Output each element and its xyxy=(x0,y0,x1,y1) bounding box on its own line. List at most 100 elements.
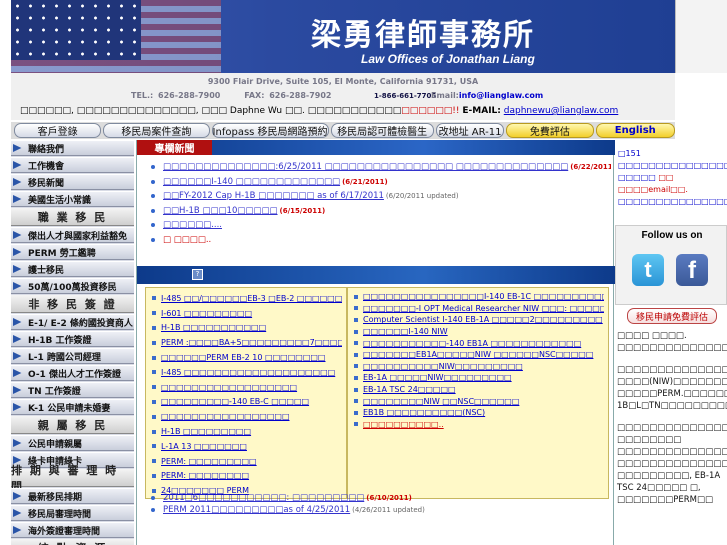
news-item[interactable]: □□□□□□.... xyxy=(151,218,611,233)
article-link[interactable]: □□□□□□I-140 NIW xyxy=(354,326,604,338)
article-link[interactable]: □□□□□□□-I OPT Medical Researcher NIW □□□… xyxy=(354,303,604,315)
article-link-label[interactable]: EB1B □□□□□□□□□□(NSC) xyxy=(363,408,485,417)
news-item[interactable]: □□□□□□□□□□□□□□:6/25/2011 □□□□□□□□□□□□□□□… xyxy=(151,160,611,175)
article-link[interactable]: L-1A 13 □□□□□□□ xyxy=(152,439,342,454)
sidebar-item[interactable]: 移民局審理時間 xyxy=(11,505,134,521)
sidebar-item[interactable]: 海外簽證審理時間 xyxy=(11,522,134,538)
article-link-label[interactable]: □□□□□□□□□□□□□□□□□ xyxy=(161,412,290,421)
news-item[interactable]: □□H-1B □□□10□□□□□ (6/15/2011) xyxy=(151,204,611,219)
sidebar-item[interactable]: 工作機會 xyxy=(11,157,134,173)
news-tab[interactable]: 專欄新聞 xyxy=(137,140,212,155)
article-link-label[interactable]: Computer Scientist I-140 EB-1A □□□□□2□□□… xyxy=(363,315,603,324)
news-item-title[interactable]: □□H-1B □□□10□□□□□ xyxy=(163,206,278,216)
article-link[interactable]: □□□□□□□□□□□-140 EB1A □□□□□□□□□□□□ xyxy=(354,337,604,349)
sidebar-item[interactable]: 聯絡我們 xyxy=(11,140,134,156)
article-link[interactable]: EB-1A TSC 24□□□□□ xyxy=(354,384,604,396)
article-link-label[interactable]: PERM: □□□□□□□□□ xyxy=(161,457,257,466)
article-link[interactable]: PERM :□□□□BA+5□□□□□□□□□7□□□□□□□ xyxy=(152,335,342,350)
article-link[interactable]: □□□□□□□□□□□□□□□□□□ xyxy=(152,380,342,395)
nav-change-address[interactable]: 改地址 AR-11 xyxy=(435,123,505,138)
article-link[interactable]: □□□□□□□□□□□□□□□□□ xyxy=(152,409,342,424)
article-link[interactable]: EB-1A □□□□□NIW□□□□□□□□□ xyxy=(354,372,604,384)
sidebar-item[interactable]: 公民申請親屬 xyxy=(11,435,134,451)
article-link[interactable]: H-1B □□□□□□□□□□□ xyxy=(152,321,342,336)
article-link[interactable]: PERM: □□□□□□□□□ xyxy=(152,454,342,469)
sidebar-item[interactable]: 美國生活小常識 xyxy=(11,191,134,207)
news-item-title[interactable]: □□□□□□I-140 □□□□□□□□□□□□□ xyxy=(163,177,340,187)
sidebar-item[interactable]: K-1 公民申請未婚妻 xyxy=(11,399,134,415)
sidebar-item-label: TN 工作簽證 xyxy=(28,386,81,397)
news-item-title[interactable]: □ □□□□.. xyxy=(163,235,211,245)
article-link[interactable]: H-1B □□□□□□□□□ xyxy=(152,424,342,439)
article-link[interactable]: Computer Scientist I-140 EB-1A □□□□□2□□□… xyxy=(354,314,604,326)
sidebar-item[interactable]: 50萬/100萬投資移民 xyxy=(11,278,134,294)
free-consultation-button[interactable]: 移民申請免費評估 xyxy=(627,308,717,324)
article-link[interactable]: □□□□□□□□NIW □□NSC□□□□□□ xyxy=(354,395,604,407)
news-item-title[interactable]: □□□□□□□□□□□□□□:6/25/2011 □□□□□□□□□□□□□□□… xyxy=(163,162,568,172)
article-link-label[interactable]: PERM: □□□□□□□□ xyxy=(161,471,249,480)
article-link[interactable]: □□□□□□□□□-140 EB-C □□□□□ xyxy=(152,395,342,410)
article-link-label[interactable]: H-1B □□□□□□□□□ xyxy=(161,427,251,436)
sidebar-item[interactable]: 移民新聞 xyxy=(11,174,134,190)
article-link-label[interactable]: □□□□□□PERM EB-2 10 □□□□□□□□ xyxy=(161,353,326,362)
nav-case-status[interactable]: 移民局案件查詢 xyxy=(103,123,210,138)
article-link-label[interactable]: H-1B □□□□□□□□□□□ xyxy=(161,323,266,332)
news-item[interactable]: □□FY-2012 Cap H-1B □□□□□□□ as of 6/17/20… xyxy=(151,189,611,204)
sidebar-item[interactable]: TN 工作簽證 xyxy=(11,382,134,398)
news-item[interactable]: □ □□□□.. xyxy=(151,233,611,248)
article-link[interactable]: □□□□□□□□□□□□□□□□I-140 EB-1C □□□□□□□□□□□□… xyxy=(354,291,604,303)
article-link[interactable]: □□□□□□PERM EB-2 10 □□□□□□□□ xyxy=(152,350,342,365)
article-link[interactable]: I-485 □□/□□□□□□EB-3 □EB-2 □□□□□□ xyxy=(152,291,342,306)
article-link-label[interactable]: □□□□□□□□□-140 EB-C □□□□□ xyxy=(161,397,309,406)
article-link-label[interactable]: □□□□□□□-I OPT Medical Researcher NIW □□□… xyxy=(363,304,604,313)
article-link[interactable]: I-601 □□□□□□□□□ xyxy=(152,306,342,321)
article-link-label[interactable]: □□□□□□□□□□□□□□□□I-140 EB-1C □□□□□□□□□□□□… xyxy=(363,292,604,301)
article-link-label[interactable]: EB-1A TSC 24□□□□□ xyxy=(363,385,456,394)
contact-email-link[interactable]: daphnewu@lianglaw.com xyxy=(504,106,619,116)
article-link[interactable]: □□□□□□□EB1A□□□□□NIW □□□□□□NSC□□□□□ xyxy=(354,349,604,361)
article-link-label[interactable]: □□□□□□□EB1A□□□□□NIW □□□□□□NSC□□□□□ xyxy=(363,350,593,359)
sidebar-item[interactable]: 最新移民排期 xyxy=(11,488,134,504)
nav-free-evaluation[interactable]: 免費評估 xyxy=(506,123,594,138)
sidebar-item[interactable]: L-1 跨國公司經理 xyxy=(11,348,134,364)
article-link[interactable]: □□□□□□□□□□NIW□□□□□□□□□ xyxy=(354,361,604,373)
article-link-label[interactable]: PERM :□□□□BA+5□□□□□□□□□7□□□□□□□ xyxy=(161,338,342,347)
facebook-icon[interactable]: f xyxy=(676,254,708,286)
news-item[interactable]: 2011□6□□□□□□□□□□□: □□□□□□□□□ (6/10/2011) xyxy=(151,492,611,504)
nav-client-login[interactable]: 客戶登錄 xyxy=(14,123,102,138)
article-link-label[interactable]: □□□□□□□□NIW □□NSC□□□□□□ xyxy=(363,397,519,406)
news-item[interactable]: □□□□□□I-140 □□□□□□□□□□□□□ (6/21/2011) xyxy=(151,175,611,190)
news-item-title[interactable]: □□FY-2012 Cap H-1B □□□□□□□ as of 6/17/20… xyxy=(163,191,384,201)
article-link[interactable]: □□□□□□□□□□.. xyxy=(354,419,604,431)
news-item[interactable]: PERM 2011□□□□□□□□□as of 4/25/2011 (4/26/2… xyxy=(151,504,611,516)
news-item-title[interactable]: □□□□□□.... xyxy=(163,220,222,230)
sidebar-section-heading: 非 移 民 簽 證 xyxy=(11,295,134,313)
article-link[interactable]: EB1B □□□□□□□□□□(NSC) xyxy=(354,407,604,419)
article-link[interactable]: PERM: □□□□□□□□ xyxy=(152,469,342,484)
article-link-label[interactable]: □□□□□□□□□□□□□□□□□□ xyxy=(161,383,297,392)
sidebar-item[interactable]: H-1B 工作簽證 xyxy=(11,331,134,347)
sidebar-item[interactable]: E-1/ E-2 條約國投資商人 xyxy=(11,314,134,330)
news-item-title[interactable]: PERM 2011□□□□□□□□□as of 4/25/2011 xyxy=(163,505,350,515)
article-link-label[interactable]: L-1A 13 □□□□□□□ xyxy=(161,442,247,451)
article-link-label[interactable]: I-485 □□□□□□□□□□□□□□□□□□□□ xyxy=(161,368,335,377)
article-link-label[interactable]: I-601 □□□□□□□□□ xyxy=(161,309,252,318)
article-link-label[interactable]: □□□□□□I-140 NIW xyxy=(363,327,448,336)
article-link-label[interactable]: I-485 □□/□□□□□□EB-3 □EB-2 □□□□□□ xyxy=(161,294,342,303)
nav-english[interactable]: English xyxy=(595,123,675,138)
sidebar-item[interactable]: PERM 勞工鑑聘 xyxy=(11,244,134,260)
twitter-icon[interactable]: t xyxy=(632,254,664,286)
sidebar-item[interactable]: 傑出人才與國家利益豁免 xyxy=(11,227,134,243)
news-item-title[interactable]: 2011□6□□□□□□□□□□□: □□□□□□□□□ xyxy=(163,493,364,503)
article-link-label[interactable]: □□□□□□□□□□□-140 EB1A □□□□□□□□□□□□ xyxy=(363,339,581,348)
nav-infopass[interactable]: Infopass 移民局網路預約 xyxy=(211,123,329,138)
office-email-link[interactable]: info@lianglaw.com xyxy=(459,91,543,100)
sidebar-item[interactable]: O-1 傑出人才工作簽證 xyxy=(11,365,134,381)
article-link-label[interactable]: EB-1A □□□□□NIW□□□□□□□□□ xyxy=(363,373,512,382)
header-right-panel xyxy=(675,0,727,73)
article-link-label[interactable]: □□□□□□□□□□.. xyxy=(363,420,444,429)
nav-civil-surgeon[interactable]: 移民局認可體檢醫生 xyxy=(330,123,434,138)
sidebar-item[interactable]: 護士移民 xyxy=(11,261,134,277)
article-link[interactable]: I-485 □□□□□□□□□□□□□□□□□□□□ xyxy=(152,365,342,380)
article-link-label[interactable]: □□□□□□□□□□NIW□□□□□□□□□ xyxy=(363,362,523,371)
